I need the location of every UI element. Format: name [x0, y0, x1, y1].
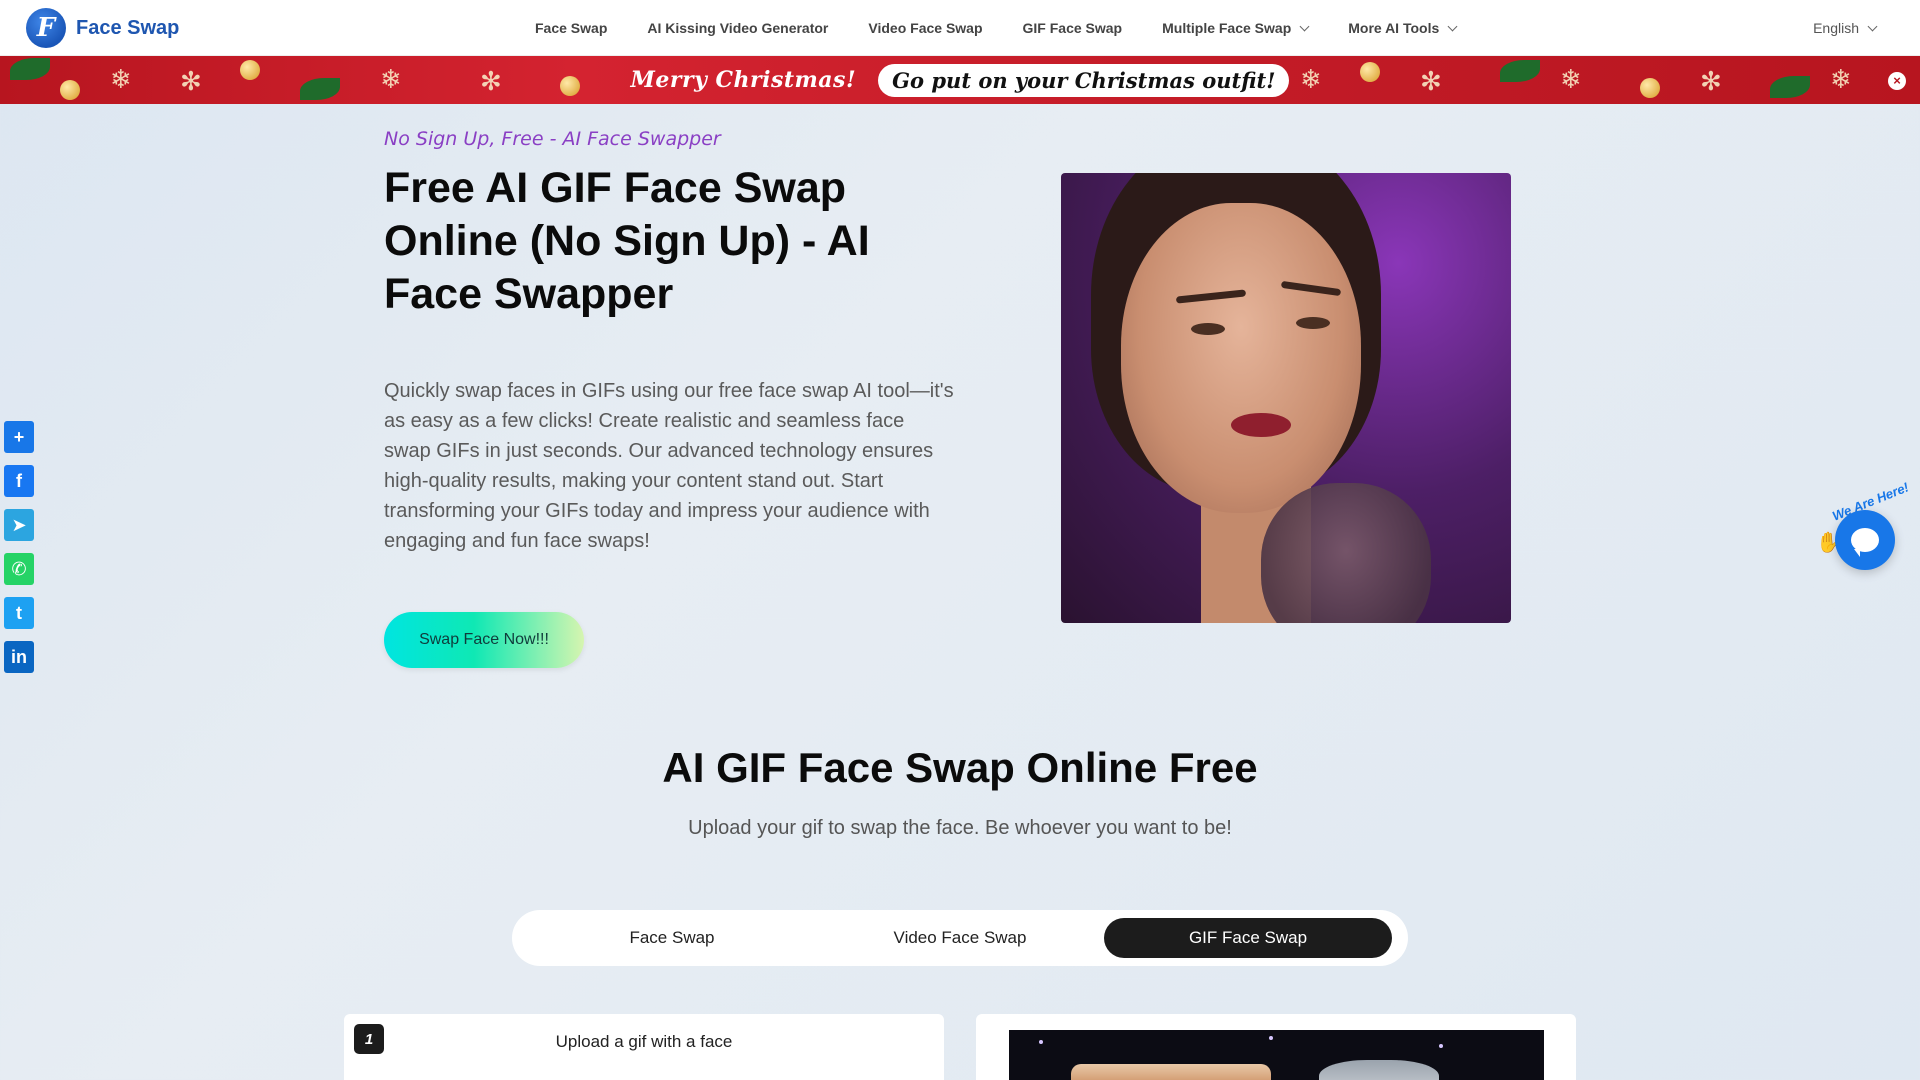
holly-leaf-decoration — [10, 58, 50, 80]
language-selector[interactable]: English — [1813, 0, 1878, 56]
nav-label: AI Kissing Video Generator — [647, 20, 829, 36]
section-title: AI GIF Face Swap Online Free — [662, 744, 1258, 791]
sparkle-dot — [1439, 1044, 1443, 1048]
nav-more-ai-tools[interactable]: More AI Tools — [1348, 20, 1458, 36]
glyph: + — [13, 426, 25, 447]
snowflake-icon: ✻ — [480, 66, 502, 96]
banner-close-button[interactable]: × — [1888, 72, 1906, 90]
ornament-decoration — [60, 80, 80, 100]
snowflake-icon: ✻ — [1700, 66, 1722, 96]
preview-subject-left — [1071, 1064, 1271, 1080]
nav-ai-kissing-video[interactable]: AI Kissing Video Generator — [647, 20, 828, 36]
telegram-icon[interactable]: ➤ — [4, 509, 34, 541]
chat-widget-button[interactable] — [1835, 510, 1895, 570]
face-shape — [1121, 203, 1361, 513]
chevron-down-icon — [1447, 21, 1458, 31]
linkedin-icon[interactable]: in — [4, 641, 34, 673]
snowflake-icon: ❄ — [110, 64, 132, 94]
sparkle-dot — [1269, 1036, 1273, 1040]
nav-label: GIF Face Swap — [1022, 20, 1123, 36]
holly-leaf-decoration — [1500, 60, 1540, 82]
upload-gif-card[interactable]: 1 Upload a gif with a face — [344, 1014, 944, 1080]
preview-image — [1009, 1030, 1544, 1080]
page-title: Free AI GIF Face Swap Online (No Sign Up… — [384, 164, 870, 318]
chevron-down-icon — [1299, 21, 1310, 31]
holly-leaf-decoration — [300, 78, 340, 100]
snowflake-icon: ❄ — [380, 64, 402, 94]
facebook-icon[interactable]: f — [4, 465, 34, 497]
ornament-decoration — [1360, 62, 1380, 82]
tab-gif-face-swap[interactable]: GIF Face Swap — [1104, 918, 1392, 958]
snowflake-icon: ✻ — [180, 66, 202, 96]
main-nav: Face Swap AI Kissing Video Generator Vid… — [535, 0, 1496, 56]
hero-tagline: No Sign Up, Free - AI Face Swapper — [384, 128, 721, 150]
share-plus-icon[interactable]: + — [4, 421, 34, 453]
nav-gif-face-swap[interactable]: GIF Face Swap — [1023, 20, 1123, 36]
nav-label: Multiple Face Swap — [1162, 20, 1292, 36]
banner-greeting: Merry Christmas! — [630, 67, 857, 93]
tab-video-face-swap[interactable]: Video Face Swap — [816, 918, 1104, 958]
eye-shape — [1191, 323, 1225, 335]
ornament-decoration — [1640, 78, 1660, 98]
nav-multiple-face-swap[interactable]: Multiple Face Swap — [1162, 20, 1310, 36]
tab-face-swap[interactable]: Face Swap — [528, 918, 816, 958]
christmas-banner[interactable]: ❄ ✻ ❄ ✻ Merry Christmas! Go put on your … — [0, 56, 1920, 104]
snowflake-icon: ❄ — [1560, 64, 1582, 94]
holly-leaf-decoration — [1770, 76, 1810, 98]
swap-face-now-button[interactable]: Swap Face Now!!! — [384, 612, 584, 668]
logo-text: Face Swap — [76, 16, 180, 39]
hero-description: Quickly swap faces in GIFs using our fre… — [384, 380, 954, 552]
nav-label: Face Swap — [535, 20, 608, 36]
top-navbar: F Face Swap Face Swap AI Kissing Video G… — [0, 0, 1920, 56]
glyph: f — [16, 470, 22, 491]
logo-icon: F — [26, 8, 66, 48]
glyph: ➤ — [11, 514, 27, 535]
ornament-decoration — [240, 60, 260, 80]
nav-label: More AI Tools — [1348, 20, 1440, 36]
nav-video-face-swap[interactable]: Video Face Swap — [868, 20, 982, 36]
chat-bubble-icon — [1851, 528, 1879, 557]
nav-face-swap[interactable]: Face Swap — [535, 20, 607, 36]
eye-shape — [1296, 317, 1330, 329]
whatsapp-icon[interactable]: ✆ — [4, 553, 34, 585]
nav-label: Video Face Swap — [868, 20, 983, 36]
snowflake-icon: ❄ — [1300, 64, 1322, 94]
ornament-decoration — [560, 76, 580, 96]
social-share-bar: + f ➤ ✆ t in — [4, 421, 34, 673]
glyph: in — [11, 646, 27, 667]
twitter-icon[interactable]: t — [4, 597, 34, 629]
banner-message: Go put on your Christmas outfit! — [878, 63, 1290, 97]
preview-subject-right — [1319, 1060, 1439, 1080]
step-label: Upload a gif with a face — [555, 1032, 733, 1051]
snowflake-icon: ✻ — [1420, 66, 1442, 96]
preview-card — [976, 1014, 1576, 1080]
language-label: English — [1813, 20, 1859, 36]
lips-shape — [1231, 413, 1291, 437]
glyph: t — [16, 602, 22, 623]
site-logo[interactable]: F Face Swap — [26, 8, 179, 48]
swap-mode-tabs: Face Swap Video Face Swap GIF Face Swap — [512, 910, 1408, 966]
background-person-shape — [1261, 483, 1431, 623]
glyph: ✆ — [11, 558, 27, 579]
sparkle-dot — [1039, 1040, 1043, 1044]
chevron-down-icon — [1867, 21, 1878, 31]
hero-image — [1061, 173, 1511, 623]
section-subtitle: Upload your gif to swap the face. Be who… — [688, 817, 1232, 839]
snowflake-icon: ❄ — [1830, 64, 1852, 94]
